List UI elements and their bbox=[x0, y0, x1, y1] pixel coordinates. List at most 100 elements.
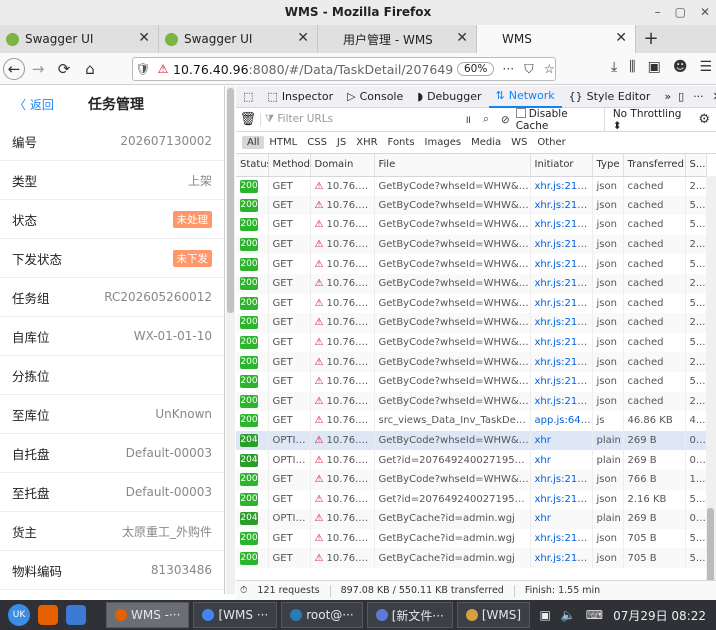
close-tab-icon[interactable]: ✕ bbox=[138, 30, 150, 46]
tab-style-editor[interactable]: {} Style Editor bbox=[562, 86, 658, 108]
request-row[interactable]: 200GET⚠10.76.40.9...GetByCode?whseId=WHW… bbox=[236, 371, 707, 392]
filter-ws[interactable]: WS bbox=[506, 136, 532, 149]
new-tab-button[interactable]: + bbox=[636, 25, 666, 53]
devtools-menu-icon[interactable]: ··· bbox=[693, 90, 704, 103]
request-row[interactable]: 200GET⚠10.76.40.9...GetByCode?whseId=WHW… bbox=[236, 293, 707, 314]
filter-all[interactable]: All bbox=[242, 136, 265, 149]
start-menu-button[interactable]: UK bbox=[8, 604, 30, 626]
request-row[interactable]: 200GET⚠10.76.40.9...GetByCode?whseId=WHW… bbox=[236, 332, 707, 353]
request-initiator[interactable]: xhr.js:210 (xhr) bbox=[530, 391, 593, 412]
back-button[interactable]: ← bbox=[3, 57, 25, 80]
library-icon[interactable]: ⫼ bbox=[629, 59, 635, 75]
filter-images[interactable]: Images bbox=[420, 136, 467, 149]
request-initiator[interactable]: xhr.js:210 (xhr) bbox=[530, 176, 593, 196]
request-initiator[interactable]: xhr bbox=[530, 430, 593, 451]
request-row[interactable]: 200GET⚠10.76.40.9...Get?id=2076492400271… bbox=[236, 489, 707, 510]
filter-media[interactable]: Media bbox=[466, 136, 506, 149]
request-initiator[interactable]: xhr.js:210 (xhr) bbox=[530, 469, 593, 490]
request-row[interactable]: 204OPTIONS⚠10.76.40.9...GetByCode?whseId… bbox=[236, 430, 707, 451]
minimize-button[interactable]: – bbox=[655, 0, 661, 25]
request-row[interactable]: 200GET⚠10.76.40.9...GetByCache?id=admin.… bbox=[236, 528, 707, 549]
request-initiator[interactable]: xhr.js:210 (xhr) bbox=[530, 293, 593, 314]
tab-network[interactable]: ⇅ Network bbox=[488, 86, 562, 108]
close-tab-icon[interactable]: ✕ bbox=[297, 30, 309, 46]
taskbar-window-button[interactable]: [新文件··· bbox=[366, 602, 453, 628]
filter-js[interactable]: JS bbox=[332, 136, 351, 149]
insecure-lock-icon[interactable]: ⚠ bbox=[153, 62, 173, 76]
block-icon[interactable]: ⊘ bbox=[495, 114, 516, 126]
taskbar-window-button[interactable]: [WMS] bbox=[456, 602, 531, 628]
volume-icon[interactable]: 🔈 bbox=[561, 608, 576, 622]
more-tabs-icon[interactable]: » bbox=[657, 86, 678, 108]
request-initiator[interactable]: xhr.js:210 (xhr) bbox=[530, 234, 593, 255]
browser-tab-active[interactable]: WMS ✕ bbox=[477, 25, 636, 53]
request-row[interactable]: 200GET⚠10.76.40.9...GetByCode?whseId=WHW… bbox=[236, 469, 707, 490]
taskbar-window-button[interactable]: root@··· bbox=[281, 602, 363, 628]
request-initiator[interactable]: xhr.js:210 (xhr) bbox=[530, 352, 593, 372]
throttling-select[interactable]: No Throttling ⬍ bbox=[603, 107, 687, 132]
request-initiator[interactable]: xhr.js:210 (xhr) bbox=[530, 528, 593, 549]
column-transferred[interactable]: Transferred bbox=[623, 154, 686, 177]
request-row[interactable]: 200GET⚠10.76.40.9...GetByCode?whseId=WHW… bbox=[236, 391, 707, 412]
close-window-button[interactable]: ✕ bbox=[700, 0, 710, 25]
settings-gear-icon[interactable]: ⚙ bbox=[692, 112, 716, 127]
disable-cache-checkbox[interactable]: Disable Cache bbox=[515, 107, 596, 132]
home-button[interactable]: ⌂ bbox=[77, 60, 103, 78]
tab-inspector[interactable]: ⬚ Inspector bbox=[260, 86, 340, 108]
taskbar-window-button[interactable]: [WMS ··· bbox=[193, 602, 278, 628]
request-initiator[interactable]: xhr.js:210 (xhr) bbox=[530, 273, 593, 294]
close-devtools-icon[interactable]: ✕ bbox=[713, 90, 716, 103]
request-row[interactable]: 200GET⚠10.76.40.9...GetByCode?whseId=WHW… bbox=[236, 176, 707, 196]
request-row[interactable]: 200GET⚠10.76.40.9...GetByCode?whseId=WHW… bbox=[236, 195, 707, 216]
browser-tab[interactable]: Swagger UI ✕ bbox=[159, 25, 318, 53]
filter-css[interactable]: CSS bbox=[302, 136, 332, 149]
bookmark-star-icon[interactable]: ☆ bbox=[544, 61, 555, 77]
search-icon[interactable]: ⌕ bbox=[477, 113, 495, 126]
request-row[interactable]: 200GET⚠10.76.40.9...GetByCode?whseId=WHW… bbox=[236, 254, 707, 274]
back-link[interactable]: 〈 返回 bbox=[0, 96, 88, 113]
request-row[interactable]: 204OPTIONS⚠10.76.40.9...GetByCache?id=ad… bbox=[236, 509, 707, 529]
filter-xhr[interactable]: XHR bbox=[351, 136, 382, 149]
request-initiator[interactable]: xhr.js:210 (xhr) bbox=[530, 371, 593, 392]
url-bar[interactable]: 🛡 ⚠ 10.76.40.96:8080/#/Data/TaskDetail/2… bbox=[132, 57, 556, 81]
page-scrollbar-thumb[interactable] bbox=[227, 88, 234, 313]
clock[interactable]: 07月29日 08:22 bbox=[613, 607, 706, 624]
network-tray-icon[interactable]: ▣ bbox=[539, 608, 550, 622]
requests-scrollbar-thumb[interactable] bbox=[707, 508, 714, 583]
request-row[interactable]: 204OPTIONS⚠10.76.40.9...Get?id=207649240… bbox=[236, 450, 707, 470]
request-initiator[interactable]: xhr.js:210 (xhr) bbox=[530, 332, 593, 353]
performance-timer-icon[interactable]: ⏱ bbox=[240, 585, 247, 596]
reload-button[interactable]: ⟳ bbox=[51, 60, 77, 78]
request-row[interactable]: 200GET⚠10.76.40.9...src_views_Data_Inv_T… bbox=[236, 411, 707, 431]
request-row[interactable]: 200GET⚠10.76.40.9...GetByCode?whseId=WHW… bbox=[236, 215, 707, 235]
firefox-launcher-icon[interactable] bbox=[38, 605, 58, 625]
shield-icon[interactable]: 🛡 bbox=[133, 62, 153, 76]
picker-icon[interactable]: ⬚ bbox=[236, 86, 260, 108]
maximize-button[interactable]: ▢ bbox=[675, 0, 686, 25]
pocket-icon[interactable]: ⛉ bbox=[524, 61, 533, 77]
page-scrollbar[interactable] bbox=[226, 86, 235, 594]
request-row[interactable]: 200GET⚠10.76.40.9...GetByCode?whseId=WHW… bbox=[236, 352, 707, 372]
column-file[interactable]: File bbox=[374, 154, 531, 177]
menu-icon[interactable]: ☰ bbox=[699, 59, 712, 75]
request-row[interactable]: 200GET⚠10.76.40.9...GetByCode?whseId=WHW… bbox=[236, 234, 707, 255]
downloads-icon[interactable]: ⤓ bbox=[611, 59, 617, 75]
request-initiator[interactable]: xhr bbox=[530, 509, 593, 529]
file-manager-launcher-icon[interactable] bbox=[66, 605, 86, 625]
tab-console[interactable]: ▷ Console bbox=[340, 86, 410, 108]
request-initiator[interactable]: xhr.js:210 (xhr) bbox=[530, 548, 593, 568]
close-tab-icon[interactable]: ✕ bbox=[615, 30, 627, 46]
pause-icon[interactable]: ॥ bbox=[459, 113, 477, 127]
sidebar-icon[interactable]: ▣ bbox=[648, 59, 661, 75]
column-size[interactable]: S... bbox=[685, 154, 707, 177]
forward-button[interactable]: → bbox=[25, 60, 51, 78]
request-row[interactable]: 200GET⚠10.76.40.9...GetByCode?whseId=WHW… bbox=[236, 313, 707, 333]
request-row[interactable]: 200GET⚠10.76.40.9...GetByCache?id=admin.… bbox=[236, 548, 707, 568]
request-initiator[interactable]: xhr bbox=[530, 450, 593, 470]
column-method[interactable]: Method bbox=[268, 154, 311, 177]
filter-urls-input[interactable]: ⧩ Filter URLs bbox=[259, 113, 459, 126]
account-icon[interactable]: ☻ bbox=[673, 59, 688, 75]
column-status[interactable]: Status bbox=[236, 154, 269, 177]
close-tab-icon[interactable]: ✕ bbox=[456, 30, 468, 46]
zoom-level-button[interactable]: 60% bbox=[457, 62, 495, 76]
